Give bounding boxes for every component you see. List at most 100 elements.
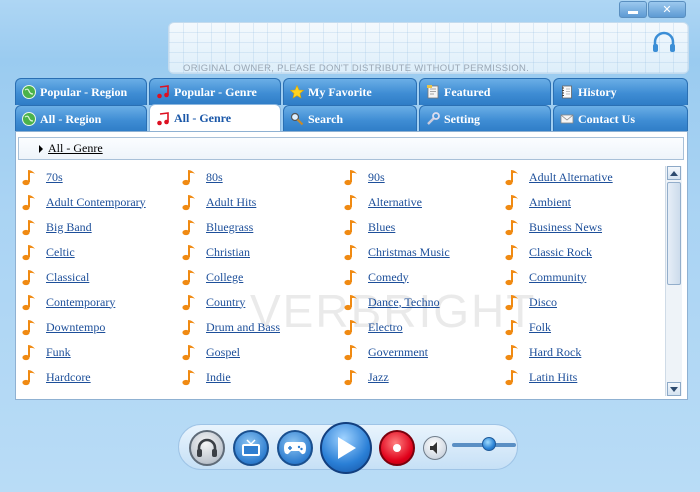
music-note-icon	[22, 345, 35, 361]
volume-slider-handle[interactable]	[482, 437, 496, 451]
minimize-button[interactable]	[619, 1, 647, 18]
genre-label: Christian	[206, 244, 250, 259]
tab-setting[interactable]: Setting	[419, 105, 551, 132]
scrollbar-thumb[interactable]	[667, 182, 681, 285]
scroll-up-button[interactable]	[667, 166, 681, 180]
genre-item[interactable]: Drum and Bass	[180, 316, 280, 338]
genre-item[interactable]: Classical	[20, 266, 89, 288]
tab-popular-genre[interactable]: Popular - Genre	[149, 78, 281, 105]
tab-popular-region[interactable]: Popular - Region	[15, 78, 147, 105]
genre-item[interactable]: Blues	[342, 216, 395, 238]
genre-label: Community	[529, 269, 587, 284]
tab-featured[interactable]: Featured	[419, 78, 551, 105]
document-icon	[427, 85, 439, 99]
tv-icon	[242, 439, 260, 456]
tab-history[interactable]: History	[553, 78, 688, 105]
genre-item[interactable]: Country	[180, 291, 245, 313]
genre-item[interactable]: Community	[503, 266, 586, 288]
breadcrumb-label: All - Genre	[48, 141, 103, 155]
genre-label: Jazz	[368, 369, 389, 384]
music-note-icon	[344, 345, 357, 361]
mail-icon	[560, 114, 574, 124]
genre-item[interactable]: Ambient	[503, 191, 571, 213]
genre-item[interactable]: Dance, Techno	[342, 291, 440, 313]
genre-item[interactable]: Disco	[503, 291, 557, 313]
genre-label: Big Band	[46, 219, 92, 234]
genre-label: Disco	[529, 294, 557, 309]
genre-item[interactable]: Business News	[503, 216, 602, 238]
genre-label: 70s	[46, 169, 63, 184]
music-note-icon	[22, 170, 35, 186]
genre-label: Adult Hits	[206, 194, 257, 209]
genre-item[interactable]: Celtic	[20, 241, 75, 263]
tv-button[interactable]	[233, 430, 269, 466]
tab-my-favorite[interactable]: My Favorite	[283, 78, 417, 105]
genre-item[interactable]: Jazz	[342, 366, 389, 388]
tab-label: Search	[308, 111, 344, 126]
tab-search[interactable]: Search	[283, 105, 417, 132]
genre-item[interactable]: Alternative	[342, 191, 422, 213]
genre-item[interactable]: Funk	[20, 341, 71, 363]
genre-item[interactable]: Hardcore	[20, 366, 91, 388]
genre-item[interactable]: Folk	[503, 316, 551, 338]
scroll-down-button[interactable]	[667, 382, 681, 396]
genre-label: Adult Contemporary	[46, 194, 146, 209]
headphones-button[interactable]	[189, 430, 225, 466]
genre-item[interactable]: 90s	[342, 166, 385, 188]
music-note-icon	[182, 245, 195, 261]
play-button[interactable]	[320, 422, 372, 474]
genre-item[interactable]: Adult Alternative	[503, 166, 613, 188]
music-note-icon	[344, 270, 357, 286]
arrow-down-icon	[670, 386, 678, 392]
genre-item[interactable]: Hard Rock	[503, 341, 581, 363]
genre-label: Christmas Music	[368, 244, 450, 259]
genre-item[interactable]: Downtempo	[20, 316, 105, 338]
scrollbar[interactable]	[665, 166, 682, 396]
genre-item[interactable]: Adult Hits	[180, 191, 256, 213]
genre-item[interactable]: Electro	[342, 316, 403, 338]
music-note-icon	[182, 320, 195, 336]
genre-item[interactable]: 80s	[180, 166, 223, 188]
record-button[interactable]	[379, 430, 415, 466]
genre-label: Electro	[368, 319, 403, 334]
genre-item[interactable]: Comedy	[342, 266, 409, 288]
banner: ORIGINAL OWNER, PLEASE DON'T DISTRIBUTE …	[168, 22, 689, 74]
breadcrumb[interactable]: All - Genre	[18, 137, 684, 160]
genre-list: VERBRIGHT 70s 80s 90s Adult Alternative Adul…	[20, 166, 660, 394]
genre-item[interactable]: Christian	[180, 241, 250, 263]
tab-contact-us[interactable]: Contact Us	[553, 105, 688, 132]
music-note-icon	[505, 220, 518, 236]
music-note-icon	[505, 245, 518, 261]
genre-item[interactable]: Christmas Music	[342, 241, 450, 263]
music-note-icon	[22, 195, 35, 211]
genre-item[interactable]: Contemporary	[20, 291, 115, 313]
genre-item[interactable]: College	[180, 266, 243, 288]
gamepad-button[interactable]	[277, 430, 313, 466]
genre-item[interactable]: Adult Contemporary	[20, 191, 146, 213]
genre-item[interactable]: Bluegrass	[180, 216, 253, 238]
tab-all-genre[interactable]: All - Genre	[149, 104, 281, 132]
genre-item[interactable]: Indie	[180, 366, 231, 388]
mute-button[interactable]	[423, 436, 447, 460]
genre-item[interactable]: Big Band	[20, 216, 92, 238]
genre-label: 80s	[206, 169, 223, 184]
tab-all-region[interactable]: All - Region	[15, 105, 147, 132]
genre-item[interactable]: 70s	[20, 166, 63, 188]
close-button[interactable]: ✕	[648, 1, 686, 18]
genre-label: Government	[368, 344, 428, 359]
music-note-icon	[505, 170, 518, 186]
music-note-icon	[182, 295, 195, 311]
music-note-icon	[344, 370, 357, 386]
wrench-icon	[427, 112, 440, 125]
music-note-icon	[505, 345, 518, 361]
genre-panel: All - Genre VERBRIGHT 70s 80s 90s Adult Alt…	[15, 131, 688, 400]
genre-item[interactable]: Gospel	[180, 341, 240, 363]
genre-item[interactable]: Latin Hits	[503, 366, 577, 388]
music-note-icon	[344, 195, 357, 211]
genre-label: Country	[206, 294, 246, 309]
tab-label: Featured	[444, 84, 491, 99]
genre-label: Contemporary	[46, 294, 116, 309]
genre-item[interactable]: Classic Rock	[503, 241, 592, 263]
genre-item[interactable]: Government	[342, 341, 428, 363]
music-note-icon	[505, 370, 518, 386]
